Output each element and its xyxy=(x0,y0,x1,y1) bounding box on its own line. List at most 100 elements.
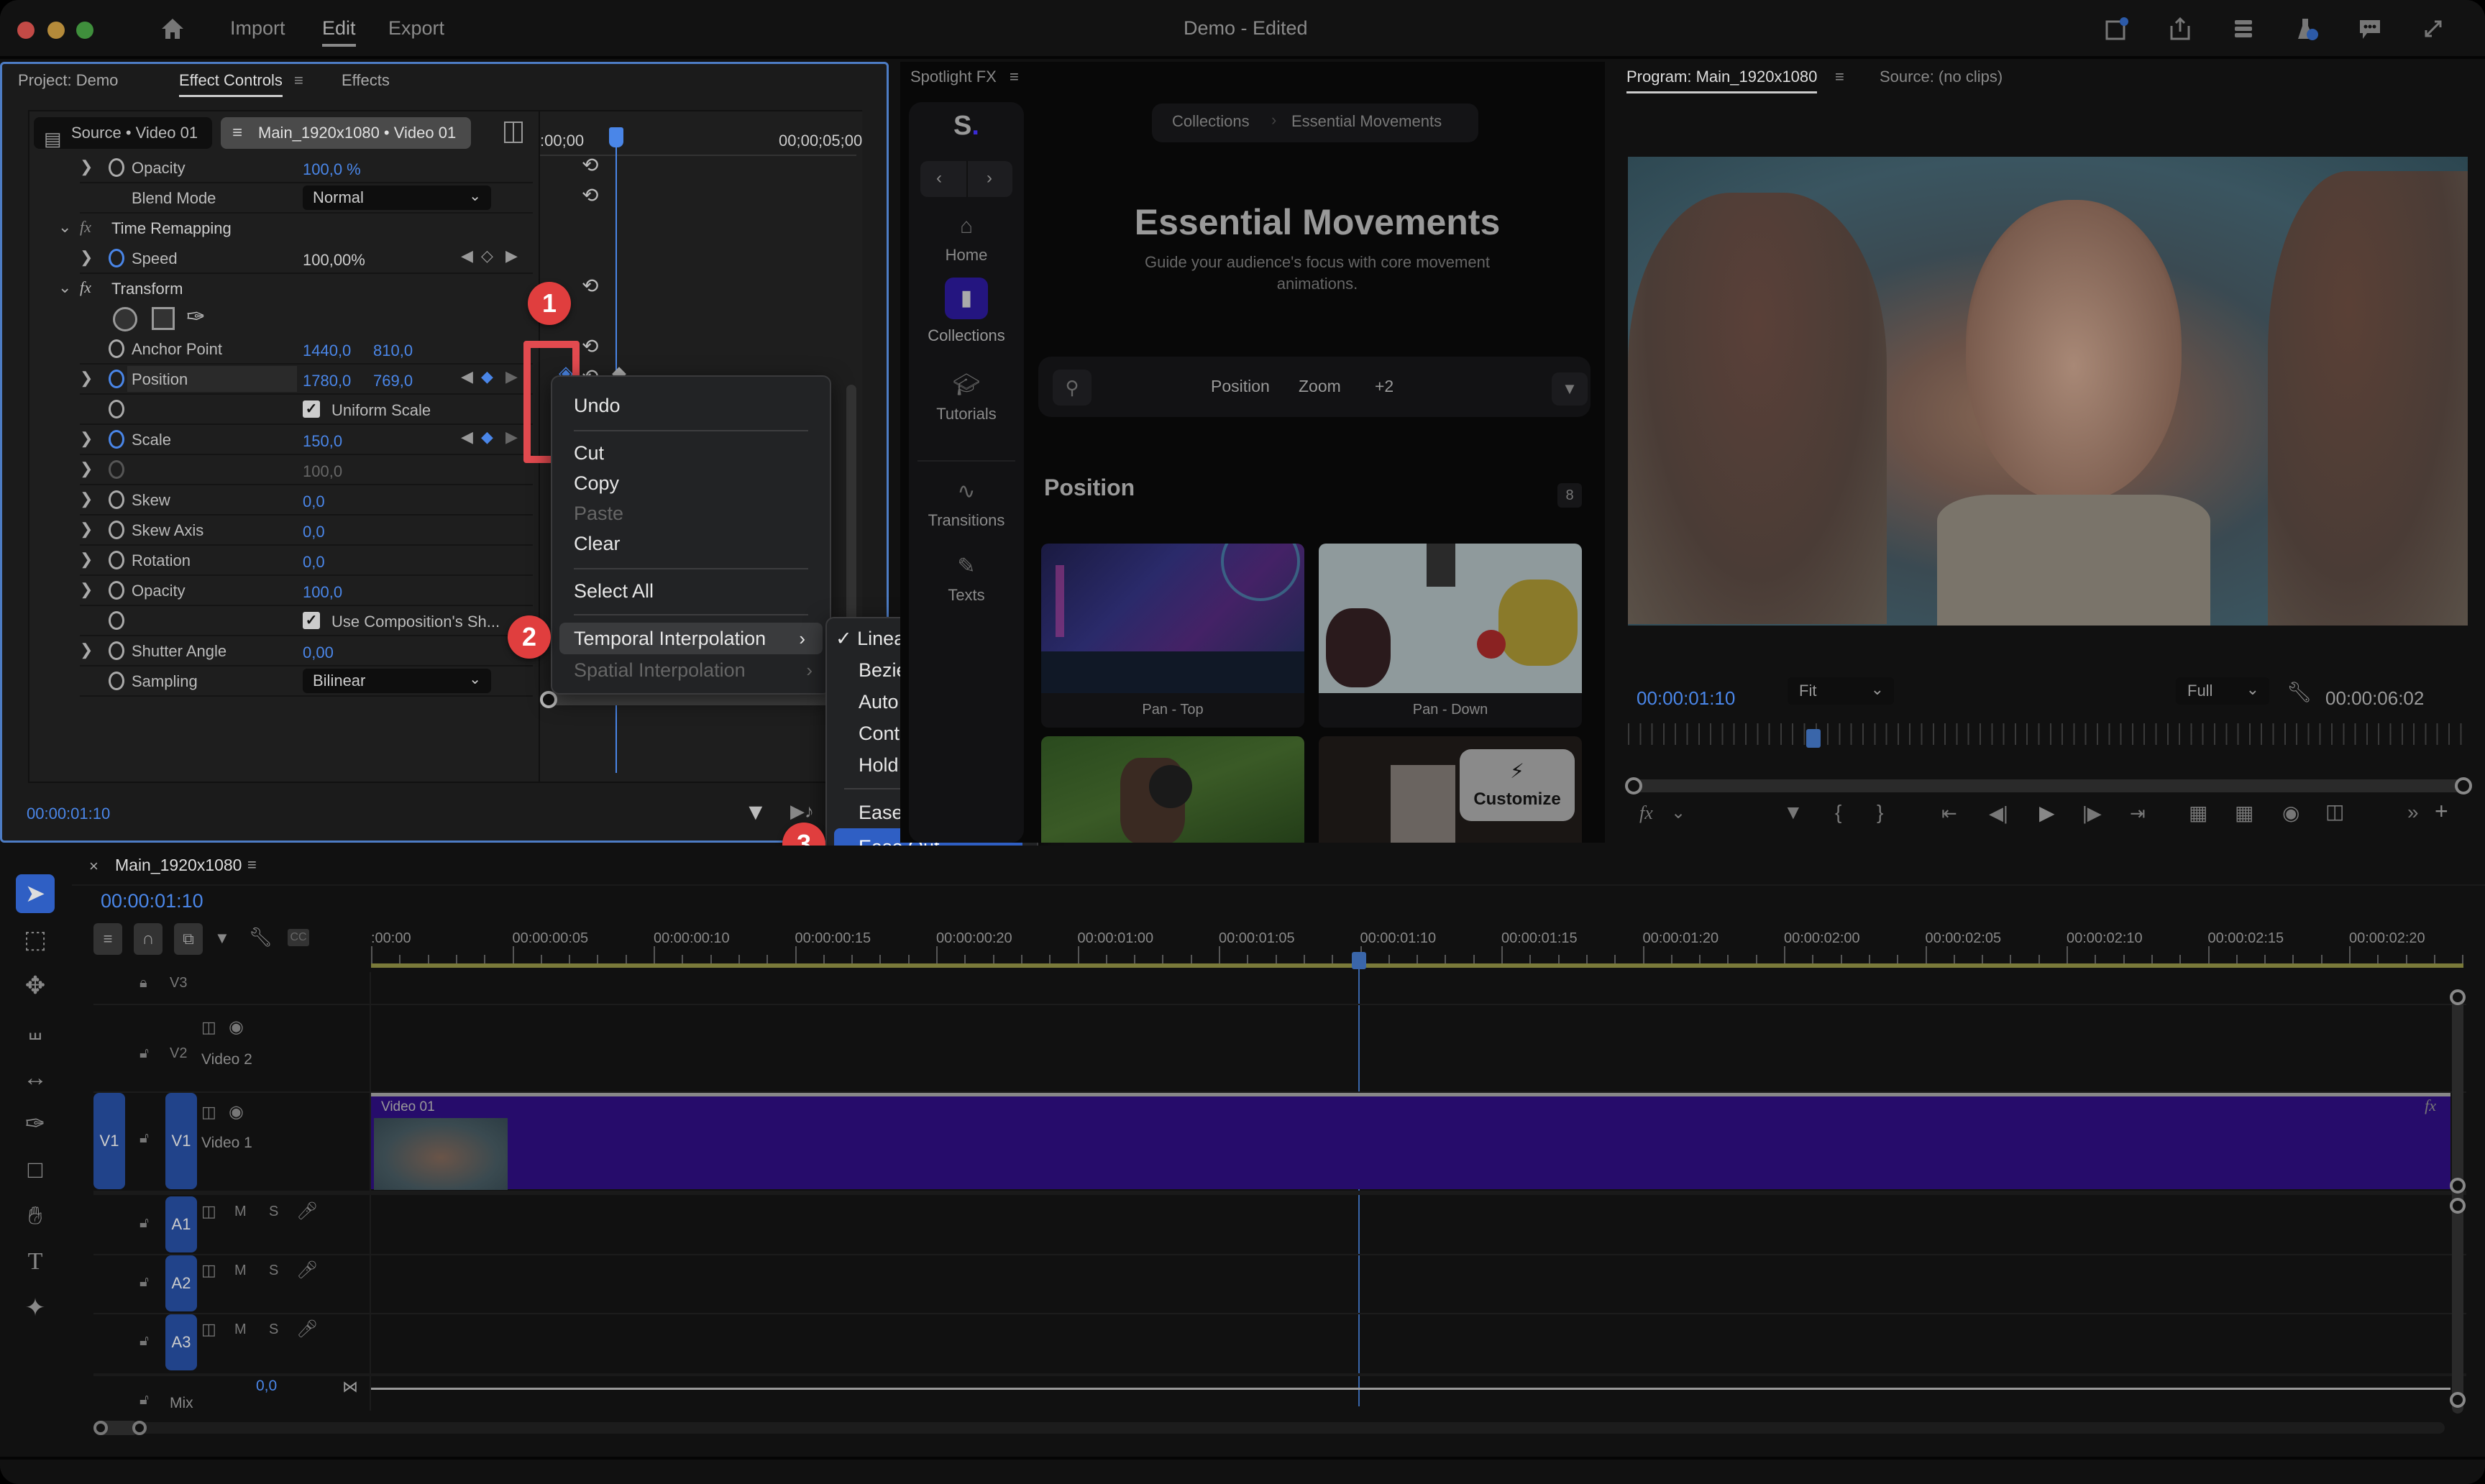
source-patch-v1[interactable]: V1 xyxy=(93,1093,125,1189)
work-area-bar[interactable] xyxy=(371,963,2463,968)
spotlight-nav-transitions[interactable]: ∿ Transitions xyxy=(909,479,1024,530)
wrench-icon[interactable]: 🔧︎ xyxy=(2287,680,2312,704)
forward-button[interactable]: › xyxy=(987,168,992,188)
next-keyframe-icon[interactable]: ▶ xyxy=(505,247,518,265)
workspaces-icon[interactable] xyxy=(2229,16,2258,45)
use-composition-shutter-checkbox[interactable]: ✓ xyxy=(303,612,320,629)
add-button-icon[interactable]: + xyxy=(2435,798,2448,825)
expand-icon[interactable]: ❯ xyxy=(80,429,93,448)
fx-icon[interactable]: fx xyxy=(1639,802,1653,824)
captions-icon[interactable]: CC xyxy=(288,929,309,946)
fx-badge-icon[interactable]: fx xyxy=(2425,1096,2436,1115)
program-video-frame[interactable] xyxy=(1628,157,2468,626)
effect-card-pan-down[interactable]: Pan - Down xyxy=(1319,544,1582,728)
hand-tool-icon[interactable]: ✋︎ xyxy=(16,1196,55,1235)
toggle-timeline-view-icon[interactable] xyxy=(504,122,523,143)
mark-in-icon[interactable]: { xyxy=(1835,801,1841,824)
microphone-icon[interactable]: 🎤︎ xyxy=(296,1201,318,1222)
generative-extend-tool-icon[interactable]: ✦ xyxy=(16,1288,55,1327)
collapse-icon[interactable]: ⌄ xyxy=(58,218,71,237)
camera-icon[interactable]: ◉ xyxy=(2282,801,2299,825)
tab-program[interactable]: Program: Main_1920x1080 xyxy=(1626,68,1818,93)
spotlight-menu-icon[interactable]: ≡ xyxy=(1010,68,1019,86)
effect-card-3[interactable] xyxy=(1041,736,1304,843)
mute-button[interactable]: M xyxy=(234,1204,247,1220)
program-timecode[interactable]: 00:00:01:10 xyxy=(1637,687,1735,710)
fullscreen-icon[interactable] xyxy=(2419,16,2448,45)
minimize-window-button[interactable] xyxy=(47,22,65,39)
mute-button[interactable]: M xyxy=(234,1263,247,1279)
step-back-icon[interactable]: ◀| xyxy=(1989,802,2008,825)
close-window-button[interactable] xyxy=(17,22,35,39)
expand-icon[interactable]: ❯ xyxy=(80,520,93,539)
step-forward-icon[interactable]: |▶ xyxy=(2082,802,2102,825)
expand-icon[interactable]: ❯ xyxy=(80,248,93,267)
mix-volume-line[interactable] xyxy=(371,1388,2450,1390)
stopwatch-icon[interactable] xyxy=(109,370,124,388)
track-target-a2[interactable]: A2 xyxy=(165,1255,197,1311)
expand-icon[interactable]: ❯ xyxy=(80,369,93,388)
zoom-select[interactable]: Fit ⌄ xyxy=(1788,677,1894,705)
microphone-icon[interactable]: 🎤︎ xyxy=(296,1260,318,1281)
ec-vertical-scrollbar[interactable] xyxy=(846,385,856,643)
fx-icon[interactable]: fx xyxy=(80,278,91,297)
spotlight-nav-home[interactable]: ⌂ Home xyxy=(909,214,1024,265)
lock-icon[interactable]: 🔓︎ xyxy=(139,1392,149,1409)
spotlight-nav-texts[interactable]: ✎ Texts xyxy=(909,554,1024,605)
uniform-scale-checkbox[interactable]: ✓ xyxy=(303,400,320,418)
prop-value-x[interactable]: 1440,0 xyxy=(303,342,351,360)
more-controls-icon[interactable]: » xyxy=(2407,801,2419,824)
go-to-out-icon[interactable]: ⇥ xyxy=(2130,802,2146,825)
slip-tool-icon[interactable]: ↔ xyxy=(16,1058,55,1097)
prev-keyframe-icon[interactable]: ◀ xyxy=(461,367,473,386)
lock-icon[interactable]: 🔓︎ xyxy=(139,1274,149,1291)
timeline-playhead[interactable] xyxy=(1352,952,1366,969)
quick-export-icon[interactable] xyxy=(2102,16,2131,45)
rectangle-mask-icon[interactable] xyxy=(152,307,175,330)
lock-icon[interactable]: 🔒︎ xyxy=(139,975,147,991)
search-icon[interactable]: ⚲ xyxy=(1053,370,1092,406)
lift-icon[interactable]: ▦ xyxy=(2189,801,2207,825)
timeline-horizontal-scrollbar[interactable] xyxy=(93,1421,2445,1435)
menu-item-temporal-interpolation[interactable]: Temporal Interpolation › xyxy=(559,623,823,654)
reset-icon[interactable]: ⟲ xyxy=(582,274,598,298)
back-button[interactable]: ‹ xyxy=(936,168,942,188)
filter-chip-zoom[interactable]: Zoom xyxy=(1299,377,1341,396)
close-sequence-icon[interactable]: × xyxy=(89,857,99,876)
lock-icon[interactable]: 🔓︎ xyxy=(139,1215,149,1232)
stopwatch-icon[interactable] xyxy=(109,400,124,418)
nav-export[interactable]: Export xyxy=(388,17,444,40)
stopwatch-icon[interactable] xyxy=(109,611,124,630)
filter-icon[interactable]: ▼ xyxy=(744,799,767,825)
tab-effect-controls[interactable]: Effect Controls xyxy=(179,71,283,97)
mix-pan-icon[interactable]: ⋈ xyxy=(342,1378,358,1396)
sync-lock-icon[interactable]: ◫ xyxy=(201,1202,216,1221)
prop-value-x[interactable]: 1780,0 xyxy=(303,372,351,390)
expand-icon[interactable]: ❯ xyxy=(80,641,93,659)
razor-tool-icon[interactable]: ⧢ xyxy=(16,1012,55,1051)
mark-out-icon[interactable]: } xyxy=(1877,801,1883,824)
solo-button[interactable]: S xyxy=(269,1204,278,1220)
add-keyframe-icon[interactable]: ◇ xyxy=(481,247,493,265)
ripple-edit-tool-icon[interactable]: ✥ xyxy=(16,966,55,1005)
tab-spotlight-fx[interactable]: Spotlight FX xyxy=(910,68,997,86)
sync-lock-icon[interactable]: ◫ xyxy=(201,1320,216,1339)
share-icon[interactable] xyxy=(2166,16,2195,45)
stopwatch-icon[interactable] xyxy=(109,490,124,509)
ec-zoom-scrollbar[interactable] xyxy=(540,691,856,708)
program-playhead[interactable] xyxy=(1806,729,1821,748)
menu-item-copy[interactable]: Copy xyxy=(552,467,830,499)
timeline-timecode[interactable]: 00:00:01:10 xyxy=(101,890,203,912)
sequence-clip-tab[interactable]: ≡ Main_1920x1080 • Video 01 xyxy=(221,117,471,149)
lock-icon[interactable]: 🔓︎ xyxy=(139,1333,149,1350)
eye-icon[interactable]: ◉ xyxy=(229,1017,244,1038)
breadcrumb-collections[interactable]: Collections xyxy=(1172,112,1250,131)
nest-toggle-icon[interactable]: ≡ xyxy=(93,923,122,955)
home-button[interactable] xyxy=(160,16,186,42)
prop-value[interactable]: 150,0 xyxy=(303,432,342,451)
prev-keyframe-icon[interactable]: ◀ xyxy=(461,247,473,265)
reset-icon[interactable]: ⟲ xyxy=(582,183,598,207)
prop-value[interactable]: 0,0 xyxy=(303,523,325,541)
expand-icon[interactable]: ❯ xyxy=(80,550,93,569)
eye-icon[interactable]: ◉ xyxy=(229,1101,244,1122)
